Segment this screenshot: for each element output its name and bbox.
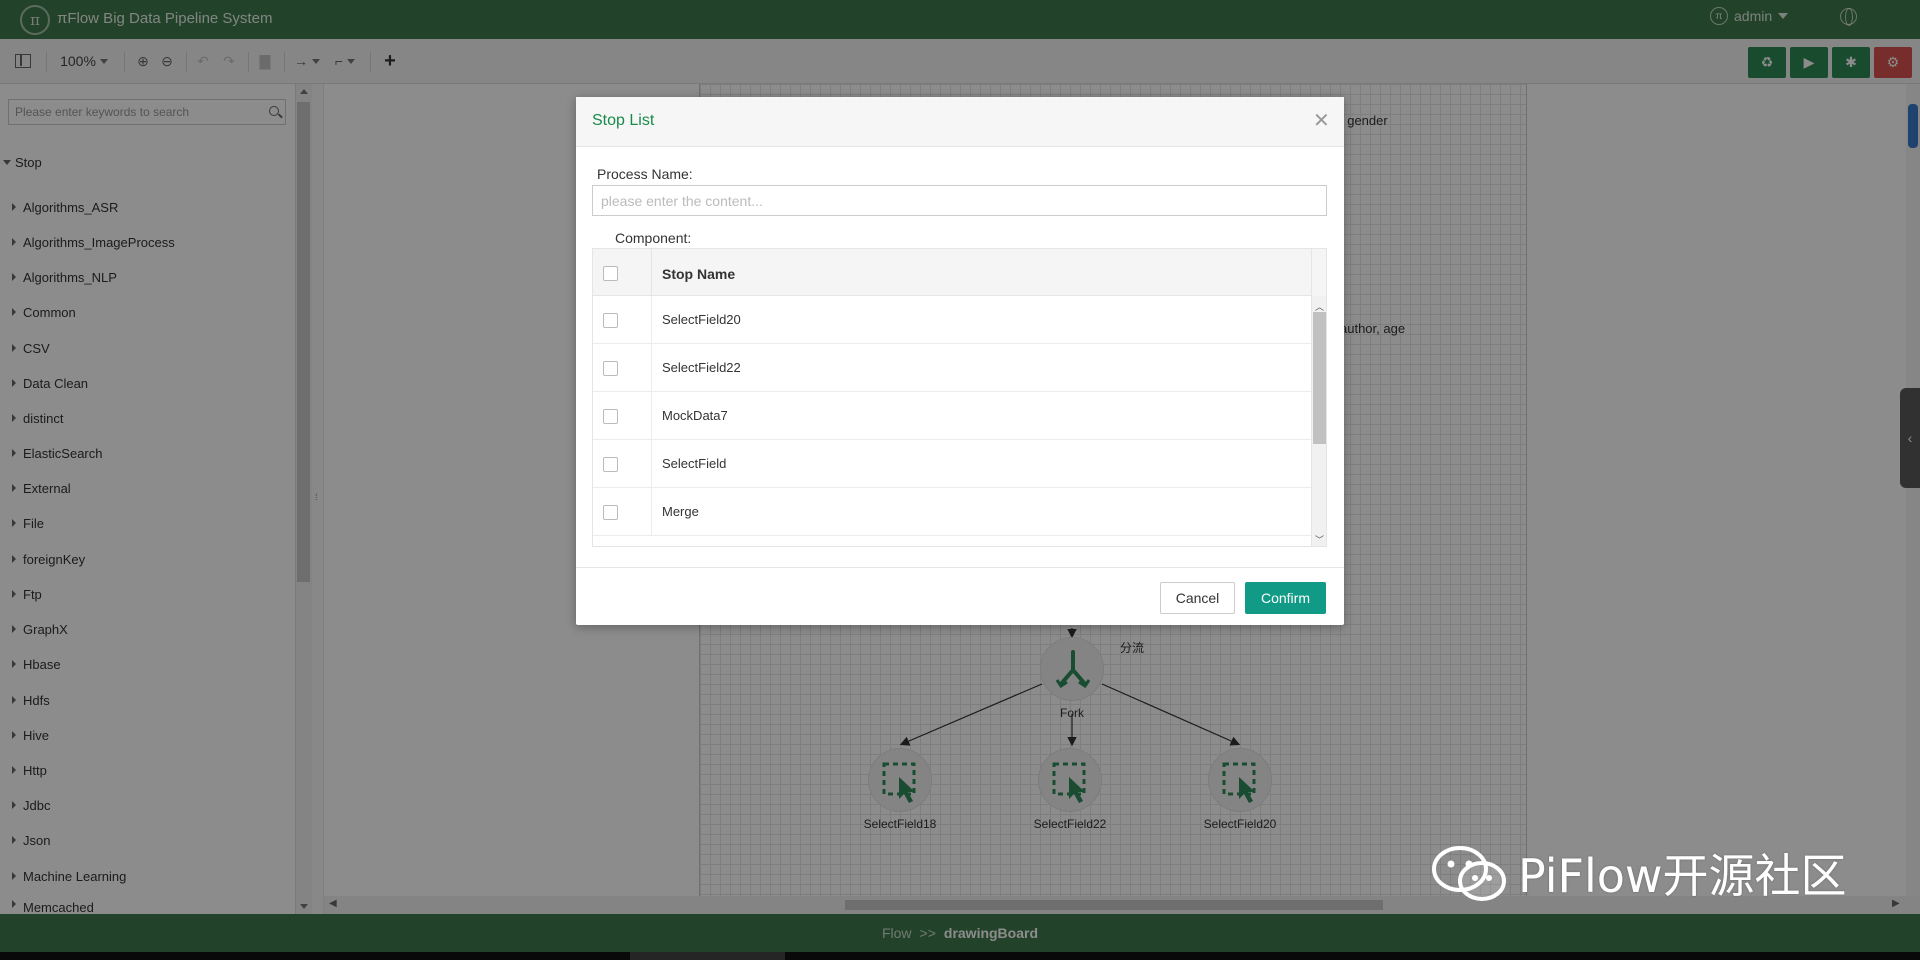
watermark-text: PiFlow开源社区 [1518, 849, 1847, 903]
process-name-label: Process Name: [597, 166, 693, 182]
stop-name-cell: SelectField22 [662, 360, 741, 375]
row-checkbox[interactable] [603, 409, 618, 424]
column-header-stop-name: Stop Name [662, 266, 736, 282]
table-row[interactable]: SelectField [593, 440, 1311, 488]
row-checkbox[interactable] [603, 505, 618, 520]
wechat-icon [1432, 846, 1506, 901]
header-scroll-gutter [1311, 249, 1326, 296]
stop-name-cell: SelectField [662, 456, 727, 471]
select-all-checkbox[interactable] [603, 266, 618, 281]
dialog-title: Stop List [592, 112, 655, 129]
row-checkbox[interactable] [603, 313, 618, 328]
process-name-input[interactable]: please enter the content... [592, 185, 1327, 216]
column-divider [651, 488, 652, 536]
stop-name-cell: Merge [662, 504, 699, 519]
dialog-header: Stop List ✕ [576, 97, 1344, 147]
table-row[interactable]: SelectField20 [593, 296, 1311, 344]
column-divider [651, 296, 652, 344]
row-checkbox[interactable] [603, 457, 618, 472]
table-row[interactable]: MockData7 [593, 392, 1311, 440]
column-divider [651, 344, 652, 392]
table-row[interactable]: SelectField22 [593, 344, 1311, 392]
cancel-button[interactable]: Cancel [1160, 582, 1235, 614]
row-checkbox[interactable] [603, 361, 618, 376]
watermark: PiFlow开源社区 [1428, 840, 1847, 906]
dialog-footer-divider [576, 567, 1344, 568]
table-header: Stop Name [593, 249, 1311, 296]
close-icon[interactable]: ✕ [1313, 111, 1330, 131]
column-divider [651, 249, 652, 296]
chevron-down-icon[interactable]: ﹀ [1315, 533, 1324, 546]
component-label: Component: [615, 230, 692, 246]
stop-table: Stop Name SelectField20 SelectField22 Mo… [592, 248, 1327, 547]
scrollbar-thumb[interactable] [1313, 312, 1326, 444]
column-divider [651, 392, 652, 440]
stop-name-cell: MockData7 [662, 408, 728, 423]
stop-name-cell: SelectField20 [662, 312, 741, 327]
stop-list-dialog: Stop List ✕ Process Name: please enter t… [576, 97, 1344, 625]
table-row[interactable]: Merge [593, 488, 1311, 536]
column-divider [651, 440, 652, 488]
confirm-button[interactable]: Confirm [1245, 582, 1326, 614]
table-scrollbar[interactable]: ︿ ﹀ [1311, 296, 1326, 546]
